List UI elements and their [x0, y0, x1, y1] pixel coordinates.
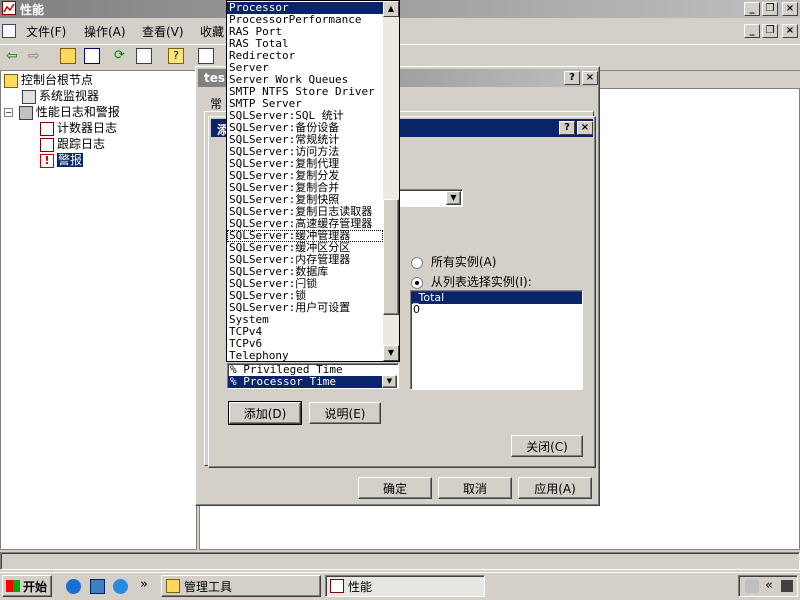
tray-expand-arrows[interactable]: «: [765, 578, 773, 593]
tree-item-trace-logs[interactable]: 跟踪日志: [40, 136, 105, 152]
export-list-icon[interactable]: [136, 48, 152, 64]
system-tray: «: [738, 575, 798, 597]
monitor-icon: [22, 89, 36, 104]
show-hide-tree-icon[interactable]: [84, 48, 100, 64]
menu-bar: 文件(F) 操作(A) 查看(V) 收藏 _ ❐ ×: [0, 20, 800, 42]
properties-close-button[interactable]: ×: [582, 71, 598, 85]
scroll-thumb[interactable]: [383, 199, 399, 315]
tree-item-monitor[interactable]: 系统监视器: [22, 88, 99, 104]
instance-item[interactable]: 0: [411, 304, 582, 316]
forward-arrow-icon[interactable]: ⇨: [28, 48, 44, 64]
admin-tools-icon: [166, 579, 180, 593]
menu-action[interactable]: 操作(A): [84, 22, 126, 42]
tree-item-alerts[interactable]: ! 警报: [40, 152, 84, 168]
menu-file[interactable]: 文件(F): [26, 22, 66, 42]
explain-button[interactable]: 说明(E): [309, 402, 381, 424]
refresh-icon[interactable]: ⟳: [114, 48, 130, 64]
quicklaunch-browser-icon[interactable]: [113, 579, 128, 594]
task-performance[interactable]: 性能: [325, 575, 485, 597]
apply-button[interactable]: 应用(A): [518, 477, 592, 499]
child-close-button[interactable]: ×: [782, 24, 798, 38]
mmc-icon: [2, 24, 16, 38]
windows-flag-icon: [6, 580, 20, 592]
tray-speaker-icon[interactable]: [745, 579, 759, 593]
back-arrow-icon[interactable]: ⇦: [6, 48, 22, 64]
trace-log-icon: [40, 137, 54, 152]
scroll-up-arrow-icon[interactable]: ▲: [383, 1, 399, 17]
radio-all-instances[interactable]: 所有实例(A): [411, 253, 496, 270]
instance-list[interactable]: _Total 0: [410, 290, 583, 390]
menu-favorites[interactable]: 收藏: [200, 22, 224, 42]
folder-icon: [4, 73, 18, 88]
add-button[interactable]: 添加(D): [228, 401, 302, 425]
properties-tab-general[interactable]: 常: [210, 95, 222, 112]
object-dropdown[interactable]: Processor ProcessorPerformance RAS Port RAS…: [226, 0, 400, 362]
new-icon[interactable]: [198, 48, 214, 64]
radio-all-instances-circle[interactable]: [411, 256, 423, 269]
help-icon[interactable]: ?: [168, 48, 184, 64]
child-minimize-button[interactable]: _: [744, 24, 760, 38]
restore-button[interactable]: ❐: [762, 2, 778, 16]
tray-network-icon[interactable]: [781, 580, 793, 592]
instance-item[interactable]: _Total: [411, 292, 582, 304]
quicklaunch-chevron[interactable]: »: [140, 577, 148, 592]
radio-list-instances[interactable]: 从列表选择实例(I):: [411, 273, 532, 290]
tree-item-root[interactable]: 控制台根节点: [4, 72, 93, 88]
child-restore-button[interactable]: ❐: [762, 24, 778, 38]
add-counters-help-button[interactable]: ?: [559, 121, 575, 135]
app-icon: [2, 1, 16, 15]
tree-item-counter-logs[interactable]: 计数器日志: [40, 120, 117, 136]
collapse-icon[interactable]: −: [4, 108, 13, 117]
task-admin-tools[interactable]: 管理工具: [161, 575, 321, 597]
object-dropdown-scrollbar[interactable]: ▲ ▼: [383, 1, 399, 361]
object-dropdown-items: Processor ProcessorPerformance RAS Port RAS…: [227, 2, 383, 362]
counter-item[interactable]: % Processor Time: [228, 376, 382, 388]
counter-log-icon: [40, 121, 54, 136]
object-list-item[interactable]: Telephony: [227, 350, 383, 362]
minimize-button[interactable]: _: [744, 2, 760, 16]
alert-icon: !: [40, 153, 54, 168]
performance-task-icon: [330, 579, 344, 593]
menu-view[interactable]: 查看(V): [142, 22, 184, 42]
window-title: 性能: [20, 3, 45, 17]
radio-list-instances-circle[interactable]: [411, 276, 423, 289]
chevron-down-icon[interactable]: ▼: [446, 191, 461, 205]
close-button[interactable]: ×: [782, 2, 798, 16]
up-folder-icon[interactable]: [60, 48, 76, 64]
counter-list-scroll-down[interactable]: ▼: [382, 375, 397, 388]
cancel-button[interactable]: 取消: [438, 477, 512, 499]
logs-icon: [18, 105, 33, 120]
title-bar: 性能 _ ❐ ×: [0, 0, 800, 18]
counter-list[interactable]: % Privileged Time % Processor Time ▼: [227, 363, 399, 389]
add-counters-close-button[interactable]: ×: [577, 121, 593, 135]
quicklaunch-ie-icon[interactable]: [66, 579, 81, 594]
properties-dialog-title: tes: [204, 71, 226, 85]
scroll-down-arrow-icon[interactable]: ▼: [383, 345, 399, 361]
start-button[interactable]: 开始: [2, 575, 52, 597]
status-bar: [0, 552, 800, 570]
tree-item-logs[interactable]: − 性能日志和警报: [4, 104, 120, 120]
close-dialog-button[interactable]: 关闭(C): [511, 435, 583, 457]
quicklaunch-explorer-icon[interactable]: [90, 579, 105, 594]
properties-help-button[interactable]: ?: [564, 71, 580, 85]
taskbar: 开始 » 管理工具 性能 «: [0, 572, 800, 600]
ok-button[interactable]: 确定: [358, 477, 432, 499]
